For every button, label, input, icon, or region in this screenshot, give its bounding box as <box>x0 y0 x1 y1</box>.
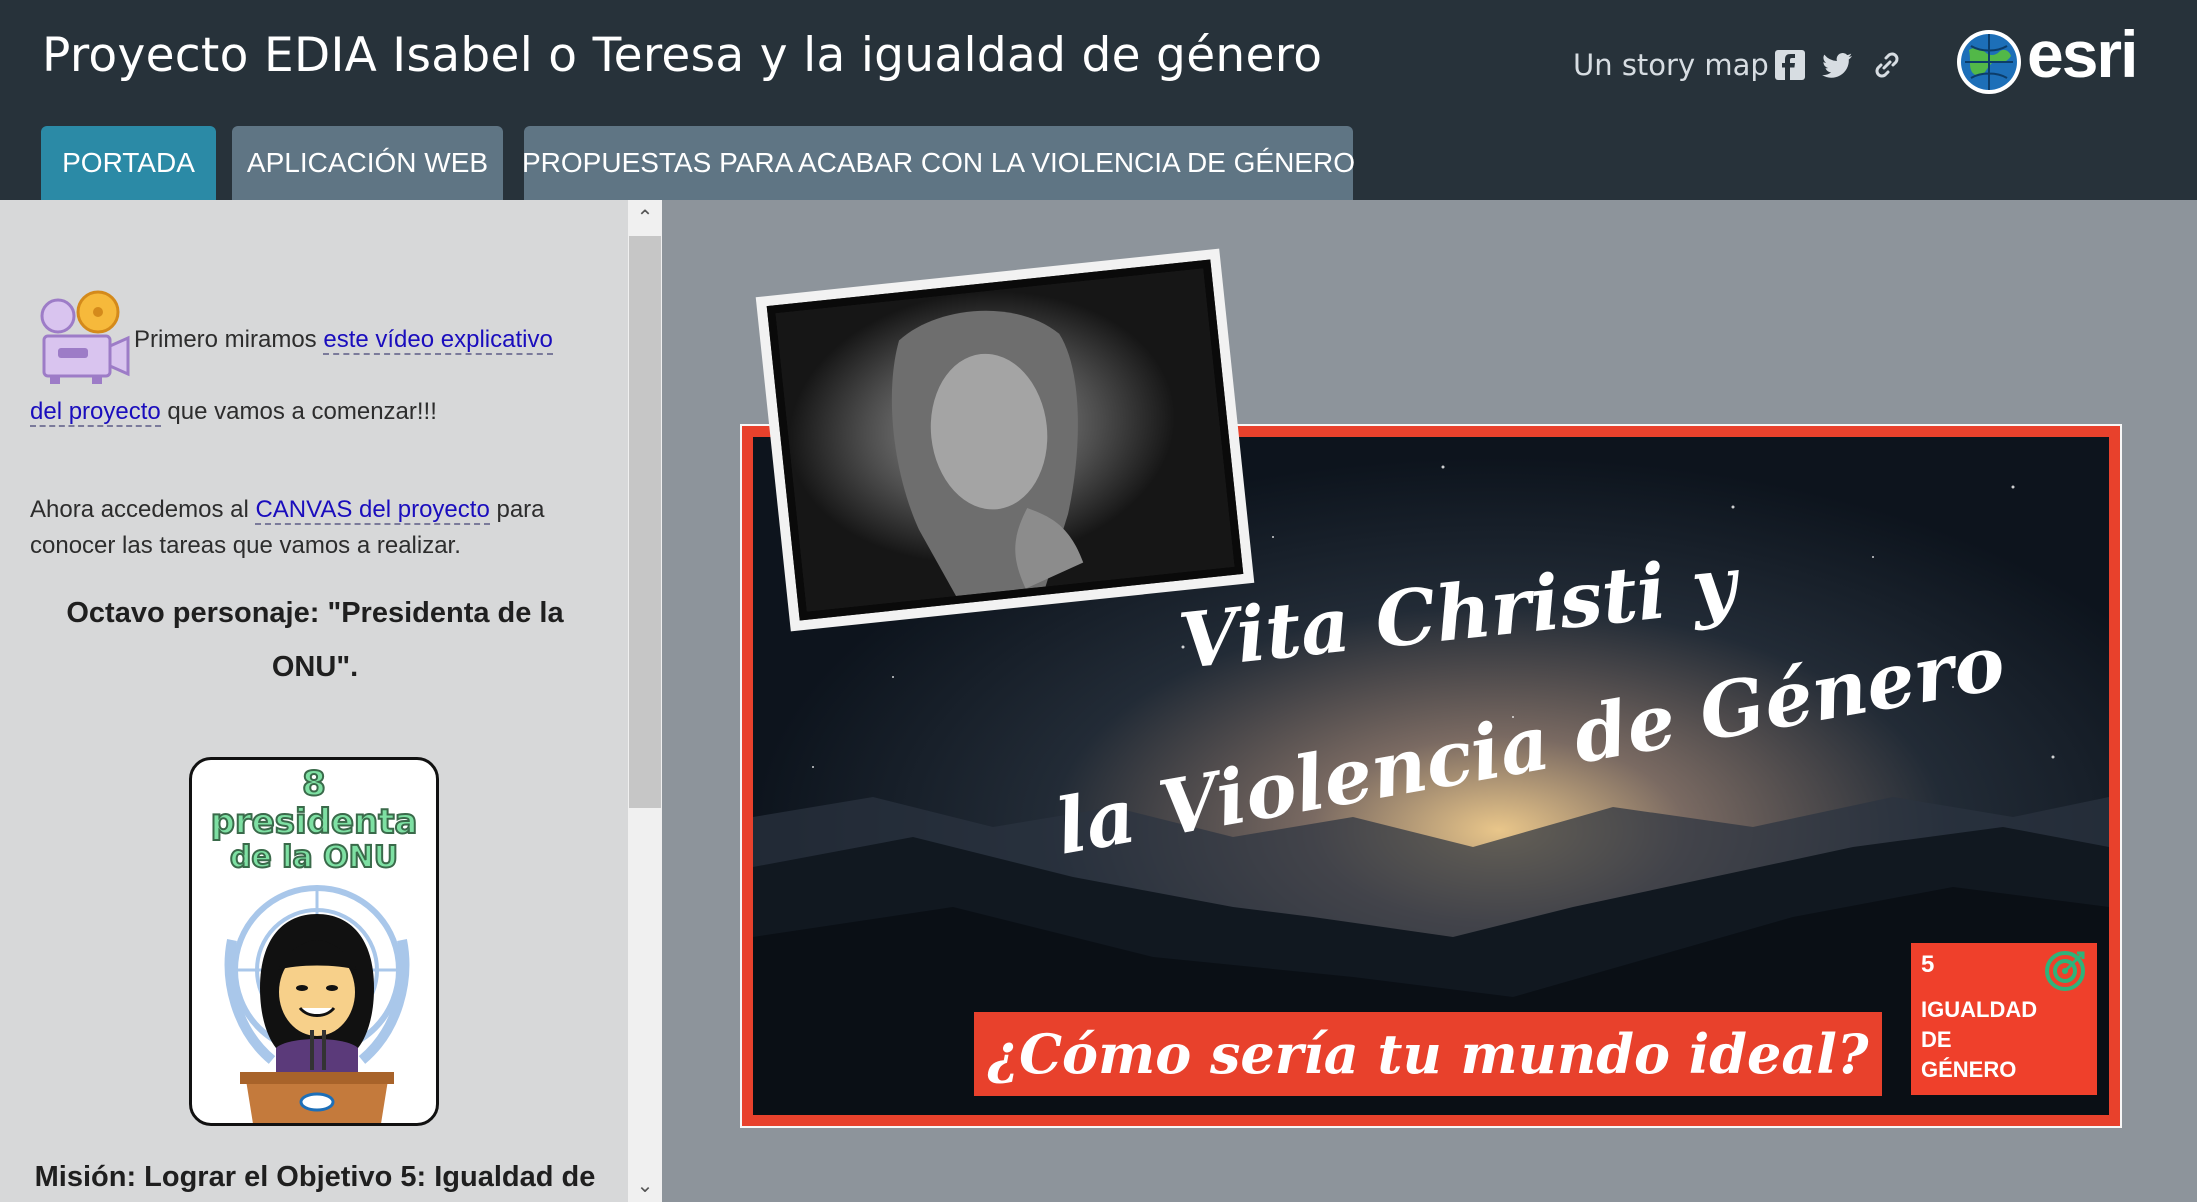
sdg-badge: 5 IGUALDAD DE GÉNERO <box>1911 943 2097 1095</box>
sdg-number: 5 <box>1921 951 1935 978</box>
card-number: 8 <box>301 763 327 805</box>
un-president-illustration <box>224 885 410 1123</box>
storymap-label: Un story map <box>1573 48 1769 82</box>
side-scrollbar[interactable]: ⌃ ⌄ <box>628 200 662 1202</box>
tab-portada[interactable]: PORTADA <box>41 126 216 200</box>
scroll-thumb[interactable] <box>629 236 661 808</box>
globe-icon <box>1957 30 2021 94</box>
sdg-line2: DE <box>1921 1027 1952 1052</box>
twitter-icon[interactable] <box>1820 48 1854 82</box>
paragraph-canvas-cont: conocer las tareas que vamos a realizar. <box>30 532 461 559</box>
tab-aplicacion-web[interactable]: APLICACIÓN WEB <box>232 126 503 200</box>
paragraph-intro-cont: del proyecto que vamos a comenzar!!! <box>30 394 437 430</box>
video-link-cont[interactable]: del proyecto <box>30 398 161 427</box>
sdg-line3: GÉNERO <box>1921 1057 2017 1082</box>
projector-icon <box>40 290 130 384</box>
link-icon[interactable] <box>1870 48 1904 82</box>
character-heading-cont: ONU". <box>271 651 359 683</box>
paragraph-canvas: Ahora accedemos al CANVAS del proyecto p… <box>30 492 545 528</box>
woman-photo <box>766 259 1244 621</box>
scroll-up-arrow[interactable]: ⌃ <box>628 200 662 234</box>
poster-banner: ¿Cómo sería tu mundo ideal? <box>974 1012 1882 1096</box>
scroll-down-arrow[interactable]: ⌄ <box>628 1168 662 1202</box>
canvas-text: Ahora accedemos al <box>30 496 256 523</box>
tab-propuestas[interactable]: PROPUESTAS PARA ACABAR CON LA VIOLENCIA … <box>522 126 1355 200</box>
canvas-text-b: para <box>489 496 545 523</box>
card-title: presidenta <box>210 801 419 843</box>
facebook-icon[interactable] <box>1773 48 1807 82</box>
character-heading: Octavo personaje: "Presidenta de la <box>66 597 564 629</box>
paragraph-intro: Primero miramos este vídeo explicativo <box>134 322 553 358</box>
video-link[interactable]: este vídeo explicativo <box>323 326 553 355</box>
brand-wordmark: esri <box>2027 17 2138 91</box>
photo-frame <box>755 248 1255 632</box>
canvas-link[interactable]: CANVAS del proyecto <box>255 496 490 525</box>
card-subtitle: de la ONU <box>229 839 399 876</box>
sdg-line1: IGUALDAD <box>1921 997 2038 1022</box>
page-title: Proyecto EDIA Isabel o Teresa y la igual… <box>42 28 1323 83</box>
esri-logo[interactable]: esri <box>1955 17 2145 98</box>
character-card: 8 presidenta de la ONU <box>189 757 439 1126</box>
mission-heading: Misión: Lograr el Objetivo 5: Igualdad d… <box>34 1161 596 1193</box>
target-icon <box>2045 951 2085 991</box>
intro-text: Primero miramos <box>134 326 324 353</box>
intro-text-cont: que vamos a comenzar!!! <box>160 398 437 425</box>
